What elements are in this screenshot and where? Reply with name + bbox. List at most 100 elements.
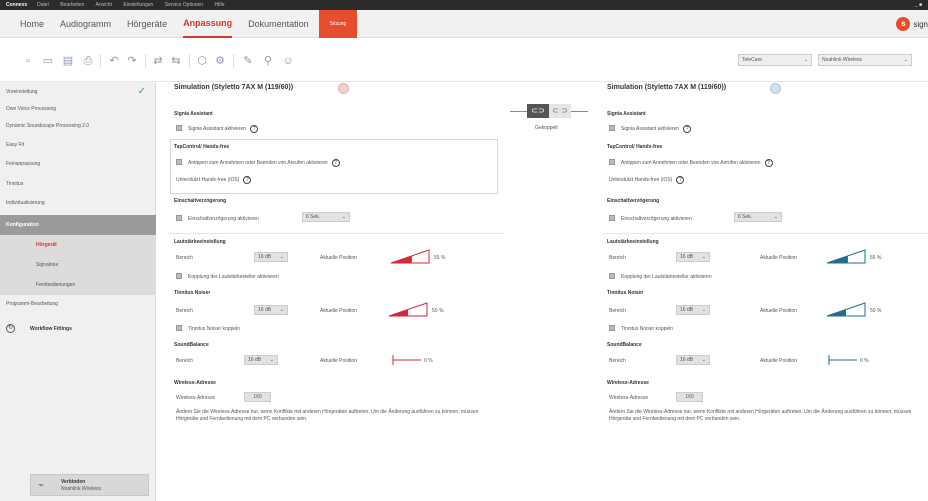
programmer-select-value: Noahlink Wireless [822, 57, 863, 63]
right-sb-heading: SoundBalance [607, 342, 642, 348]
sidebar-item-signalone[interactable]: Signalone [0, 255, 156, 275]
sidebar-item-individualisierung[interactable]: Individualisierung [0, 193, 156, 213]
left-sb-pct: 0 % [424, 358, 433, 364]
left-sb-range-value: 16 dB [248, 357, 262, 363]
right-wl-heading: Wireless-Adresse [607, 380, 649, 386]
left-sb-slider[interactable] [392, 353, 422, 367]
app-name: Connexx [6, 2, 28, 8]
right-sb-range-select[interactable]: 16 dB ⌄ [676, 355, 710, 365]
tools-icon[interactable]: ⚙ [214, 55, 226, 67]
menu-ansicht[interactable]: Ansicht [96, 2, 112, 8]
right-vol-range-select[interactable]: 16 dB ⌄ [676, 252, 710, 262]
menu-service[interactable]: Service Optionen [165, 2, 203, 8]
unlink-icon[interactable]: ⊂ ⊃ [549, 104, 571, 118]
right-tin-couple-label: Tinnitus Noiser koppeln [621, 326, 674, 332]
left-wl-input[interactable]: 160 [244, 392, 271, 402]
toolbar-separator [145, 54, 146, 68]
new-icon[interactable]: ▫ [22, 55, 34, 67]
left-tap-checkbox[interactable]: Antippen zum Annehmen oder Beenden von A… [176, 159, 340, 167]
help-icon[interactable]: ? [250, 125, 259, 133]
menu-datei[interactable]: Datei [37, 2, 49, 8]
programmer-select[interactable]: Noahlink Wireless ⌄ [818, 54, 912, 66]
save-icon[interactable]: ▤ [62, 55, 74, 67]
undo-icon[interactable]: ↶ [108, 55, 120, 67]
right-sb-slider[interactable] [828, 353, 858, 367]
coupling-line [571, 111, 588, 112]
connect-subtitle: Noahlink Wireless [61, 486, 102, 492]
right-delay-heading: Einschaltverzögerung [607, 198, 660, 204]
left-side-indicator [338, 83, 349, 94]
coupling-toggle[interactable]: ⊂⊃ ⊂ ⊃ [527, 104, 571, 118]
open-icon[interactable]: ▭ [42, 55, 54, 67]
right-sb-pos-label: Aktuelle Position [760, 358, 797, 364]
person-icon[interactable]: ☺ [282, 55, 294, 67]
print-icon[interactable]: ⎙ [82, 55, 94, 67]
right-tap-checkbox[interactable]: Antippen zum Annehmen oder Beenden von A… [609, 159, 773, 167]
left-tin-range-label: Bereich [176, 308, 193, 314]
window-controls[interactable]: _ ■ [915, 2, 922, 8]
tab-home[interactable]: Home [20, 10, 44, 38]
sidebar-item-tinnitus[interactable]: Tinnitus [0, 174, 156, 194]
tab-anpassung[interactable]: Anpassung [183, 10, 233, 38]
left-tin-couple-checkbox[interactable]: Tinnitus Noiser koppeln [176, 325, 240, 332]
right-vol-heading: Lautstärkeeinstellung [607, 239, 659, 245]
right-vol-range-label: Bereich [609, 255, 626, 261]
tab-dokumentation[interactable]: Dokumentation [248, 10, 309, 38]
tab-session[interactable]: Sitzung [318, 9, 358, 38]
link-icon[interactable]: ⊂⊃ [527, 104, 549, 118]
left-tin-range-select[interactable]: 16 dB ⌄ [254, 305, 288, 315]
chevron-down-icon: ⌄ [701, 307, 706, 313]
help-icon[interactable]: ? [331, 159, 340, 167]
help-icon[interactable]: ? [243, 176, 252, 184]
checkbox-icon [609, 325, 615, 331]
left-signia-checkbox[interactable]: Signia Assistant aktivieren? [176, 125, 259, 133]
help-icon[interactable]: ? [683, 125, 692, 133]
tab-audiogramm[interactable]: Audiogramm [60, 10, 111, 38]
transfer-icon[interactable]: ⇄ [152, 55, 164, 67]
sidebar-item-konfiguration[interactable]: Konfiguration [0, 215, 156, 235]
left-vol-couple-checkbox[interactable]: Kopplung der Lautstärkesteller aktiviere… [176, 273, 279, 280]
redo-icon[interactable]: ↷ [126, 55, 138, 67]
sidebar-item-fernbedienungen[interactable]: Fernbedienungen [0, 275, 156, 295]
sidebar-item-hoergeraet[interactable]: Hörgerät [0, 235, 156, 255]
sync-icon[interactable]: ⇆ [170, 55, 182, 67]
telecare-select[interactable]: TeleCare ⌄ [738, 54, 812, 66]
edit-icon[interactable]: ✎ [242, 55, 254, 67]
right-tap-heading: TapControl/ Hands-free [607, 144, 663, 150]
right-signia-checkbox[interactable]: Signia Assistant aktivieren? [609, 125, 692, 133]
left-vol-range-select[interactable]: 16 dB ⌄ [254, 252, 288, 262]
menu-bar: Datei Bearbeiten Ansicht Einstellungen S… [37, 2, 234, 8]
right-delay-select[interactable]: 6 Sek. ⌄ [734, 212, 782, 222]
left-tin-pct: 50 % [432, 308, 444, 314]
right-device-name: Simulation (Styletto 7AX M (119/60)) [607, 84, 727, 91]
right-wl-input[interactable]: 160 [676, 392, 703, 402]
menu-einstellungen[interactable]: Einstellungen [123, 2, 153, 8]
right-delay-checkbox[interactable]: Einschaltverzögerung aktivieren [609, 215, 692, 222]
sidebar-item-feinanpassung[interactable]: Feinanpassung [0, 154, 156, 174]
left-delay-checkbox[interactable]: Einschaltverzögerung aktivieren [176, 215, 259, 222]
left-delay-heading: Einschaltverzögerung [174, 198, 227, 204]
right-tin-heading: Tinnitus Noiser [607, 290, 644, 296]
right-tin-couple-checkbox[interactable]: Tinnitus Noiser koppeln [609, 325, 673, 332]
probe-icon[interactable]: ⚲ [262, 55, 274, 67]
right-tin-range-select[interactable]: 16 dB ⌄ [676, 305, 710, 315]
tab-hoergeraete[interactable]: Hörgeräte [127, 10, 167, 38]
connect-button[interactable]: ⌁ Verbinden Noahlink Wireless [30, 474, 149, 496]
workflow-fittings-link[interactable]: Workflow Fittings [30, 326, 72, 332]
sidebar-item-programm-bearbeitung[interactable]: Programm-Bearbeitung [0, 294, 156, 314]
help-icon[interactable]: ? [676, 176, 685, 184]
right-vol-couple-label: Kopplung der Lautstärkesteller aktiviere… [621, 274, 712, 280]
right-vol-couple-checkbox[interactable]: Kopplung der Lautstärkesteller aktiviere… [609, 273, 712, 280]
right-signia-label: Signia Assistant aktivieren [621, 126, 680, 132]
sidebar-item-easy-fit[interactable]: Easy Fit [0, 135, 156, 155]
left-sb-range-select[interactable]: 16 dB ⌄ [244, 355, 278, 365]
left-delay-select[interactable]: 6 Sek. ⌄ [302, 212, 350, 222]
left-vol-range-value: 16 dB [258, 254, 272, 260]
chevron-down-icon: ⌄ [803, 57, 808, 63]
sidebar-item-dynamic-soundscape[interactable]: Dynamic Soundscape Processing 2.0 [0, 116, 156, 136]
menu-bearbeiten[interactable]: Bearbeiten [60, 2, 84, 8]
left-wl-note: Ändern Sie die Wireless-Adresse nur, wen… [176, 409, 479, 422]
connect-icon[interactable]: ⬡ [196, 55, 208, 67]
help-icon[interactable]: ? [764, 159, 773, 167]
menu-hilfe[interactable]: Hilfe [214, 2, 224, 8]
